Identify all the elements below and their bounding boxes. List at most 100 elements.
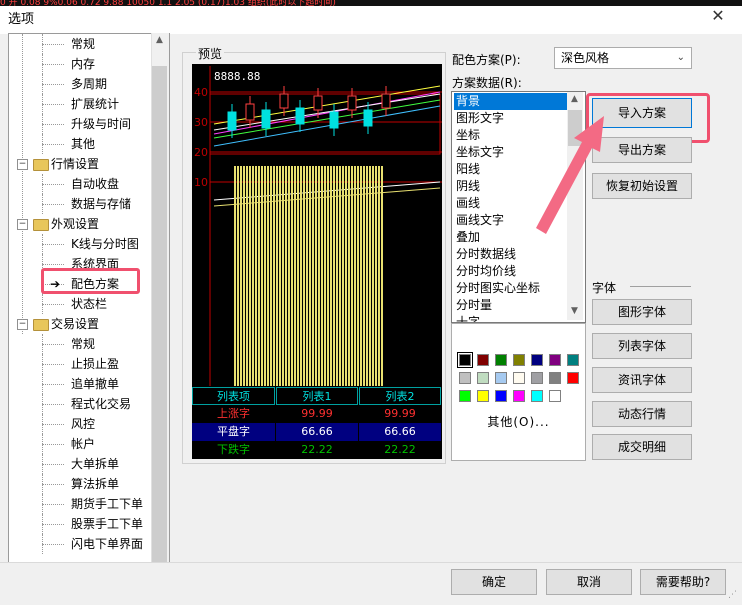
tree-item-label: 多周期 bbox=[71, 77, 108, 91]
tree-item-label: 算法拆单 bbox=[71, 477, 120, 491]
tree-item-18[interactable]: 程式化交易 bbox=[69, 394, 133, 414]
volume-bar bbox=[378, 166, 380, 386]
list-item[interactable]: 分时图实心坐标 bbox=[454, 280, 570, 297]
color-swatch[interactable] bbox=[549, 354, 561, 366]
color-swatch[interactable] bbox=[459, 390, 471, 402]
tree-item-8[interactable]: 数据与存储 bbox=[69, 194, 133, 214]
volume-bar bbox=[291, 166, 293, 386]
tree-item-label: 自动收盘 bbox=[71, 177, 120, 191]
chart-svg: 8888.88 40 30 20 10 bbox=[194, 66, 442, 386]
color-swatch[interactable] bbox=[495, 390, 507, 402]
color-swatch[interactable] bbox=[549, 390, 561, 402]
dynamic-quote-button[interactable]: 动态行情 bbox=[592, 401, 692, 427]
color-swatch[interactable] bbox=[567, 372, 579, 384]
tree-item-20[interactable]: 帐户 bbox=[69, 434, 97, 454]
volume-bar bbox=[348, 166, 350, 386]
tree-item-5[interactable]: 其他 bbox=[69, 134, 97, 154]
close-icon[interactable]: ✕ bbox=[708, 6, 728, 25]
window-title: 选项 bbox=[8, 12, 35, 27]
volume-bar bbox=[237, 166, 239, 386]
color-swatch[interactable] bbox=[477, 390, 489, 402]
tree-branch-line bbox=[42, 174, 43, 194]
tree-item-17[interactable]: 追单撤单 bbox=[69, 374, 121, 394]
color-swatch[interactable] bbox=[567, 354, 579, 366]
tree-item-19[interactable]: 风控 bbox=[69, 414, 97, 434]
tree-group-6[interactable]: 行情设置 bbox=[49, 154, 101, 174]
tree-scroll-thumb[interactable] bbox=[152, 66, 167, 562]
tree-item-0[interactable]: 常规 bbox=[69, 34, 97, 54]
color-swatch[interactable] bbox=[531, 372, 543, 384]
graph-font-button[interactable]: 图形字体 bbox=[592, 299, 692, 325]
color-swatch[interactable] bbox=[495, 354, 507, 366]
volume-bar bbox=[243, 166, 245, 386]
tree-item-label: 期货手工下单 bbox=[71, 497, 144, 511]
color-swatch[interactable] bbox=[459, 372, 471, 384]
tree-item-13[interactable]: 状态栏 bbox=[69, 294, 109, 314]
candle-body bbox=[245, 103, 255, 121]
highlight-box-scheme bbox=[41, 268, 140, 294]
scroll-up-icon[interactable]: ▲ bbox=[152, 35, 167, 45]
other-colors-button[interactable]: 其他(O)... bbox=[452, 413, 585, 430]
info-font-button[interactable]: 资讯字体 bbox=[592, 367, 692, 393]
color-swatch[interactable] bbox=[495, 372, 507, 384]
tree-item-4[interactable]: 升级与时间 bbox=[69, 114, 133, 134]
axis-label: 20 bbox=[194, 146, 208, 159]
list-item[interactable]: 分时量 bbox=[454, 297, 570, 314]
tree-item-25[interactable]: 闪电下单界面 bbox=[69, 534, 145, 554]
color-swatch[interactable] bbox=[513, 390, 525, 402]
tree-group-14[interactable]: 交易设置 bbox=[49, 314, 101, 334]
color-swatch[interactable] bbox=[513, 354, 525, 366]
list-item[interactable]: 分时均价线 bbox=[454, 263, 570, 280]
scroll-down-icon[interactable]: ▼ bbox=[567, 306, 582, 316]
color-swatch[interactable] bbox=[457, 352, 473, 368]
scheme-combobox[interactable]: 深色风格 ⌄ bbox=[554, 47, 692, 69]
list-item[interactable]: 分时数据线 bbox=[454, 246, 570, 263]
candle-body bbox=[261, 109, 271, 129]
tree-item-23[interactable]: 期货手工下单 bbox=[69, 494, 145, 514]
tree-item-3[interactable]: 扩展统计 bbox=[69, 94, 121, 114]
color-swatch[interactable] bbox=[477, 372, 489, 384]
tree-item-2[interactable]: 多周期 bbox=[69, 74, 109, 94]
tree-branch-line bbox=[42, 304, 64, 305]
scroll-up-icon[interactable]: ▲ bbox=[567, 94, 582, 104]
tree-collapse-icon[interactable]: − bbox=[17, 219, 28, 230]
list-item[interactable]: 背景 bbox=[454, 93, 570, 110]
tree-item-label: 程式化交易 bbox=[71, 397, 132, 411]
ok-button[interactable]: 确定 bbox=[451, 569, 537, 595]
tree-branch-line bbox=[42, 394, 43, 414]
tree-item-label: 闪电下单界面 bbox=[71, 537, 144, 551]
tree-item-10[interactable]: K线与分时图 bbox=[69, 234, 141, 254]
color-swatch[interactable] bbox=[513, 372, 525, 384]
tree-item-7[interactable]: 自动收盘 bbox=[69, 174, 121, 194]
help-button[interactable]: 需要帮助? bbox=[640, 569, 726, 595]
table-cell: 99.99 bbox=[276, 405, 358, 423]
volume-bar bbox=[273, 166, 275, 386]
tree-item-21[interactable]: 大单拆单 bbox=[69, 454, 121, 474]
color-swatch[interactable] bbox=[477, 354, 489, 366]
trade-detail-button[interactable]: 成交明细 bbox=[592, 434, 692, 460]
axis-label: 40 bbox=[194, 86, 208, 99]
resize-grip-icon[interactable]: ⋰ bbox=[728, 590, 737, 600]
tree-collapse-icon[interactable]: − bbox=[17, 159, 28, 170]
tree-branch-line bbox=[42, 414, 43, 434]
color-swatch[interactable] bbox=[531, 354, 543, 366]
color-swatch[interactable] bbox=[549, 372, 561, 384]
tree-item-1[interactable]: 内存 bbox=[69, 54, 97, 74]
tree-collapse-icon[interactable]: − bbox=[17, 319, 28, 330]
list-item[interactable]: 十字 bbox=[454, 314, 570, 322]
preview-table: 列表项 列表1 列表2 上涨字 99.99 99.99 平盘字 66.66 66.66 下跌字 22… bbox=[192, 386, 442, 459]
tree-item-15[interactable]: 常规 bbox=[69, 334, 97, 354]
color-swatch[interactable] bbox=[531, 390, 543, 402]
volume-bar bbox=[327, 166, 329, 386]
tree-branch-line bbox=[42, 104, 64, 105]
tree-item-24[interactable]: 股票手工下单 bbox=[69, 514, 145, 534]
tree-group-9[interactable]: 外观设置 bbox=[49, 214, 101, 234]
candle-body bbox=[227, 111, 237, 131]
tree-item-label: 帐户 bbox=[71, 437, 96, 451]
list-font-button[interactable]: 列表字体 bbox=[592, 333, 692, 359]
volume-bar bbox=[294, 166, 296, 386]
cancel-button[interactable]: 取消 bbox=[546, 569, 632, 595]
tree-branch-line bbox=[42, 504, 64, 505]
tree-item-22[interactable]: 算法拆单 bbox=[69, 474, 121, 494]
tree-item-16[interactable]: 止损止盈 bbox=[69, 354, 121, 374]
